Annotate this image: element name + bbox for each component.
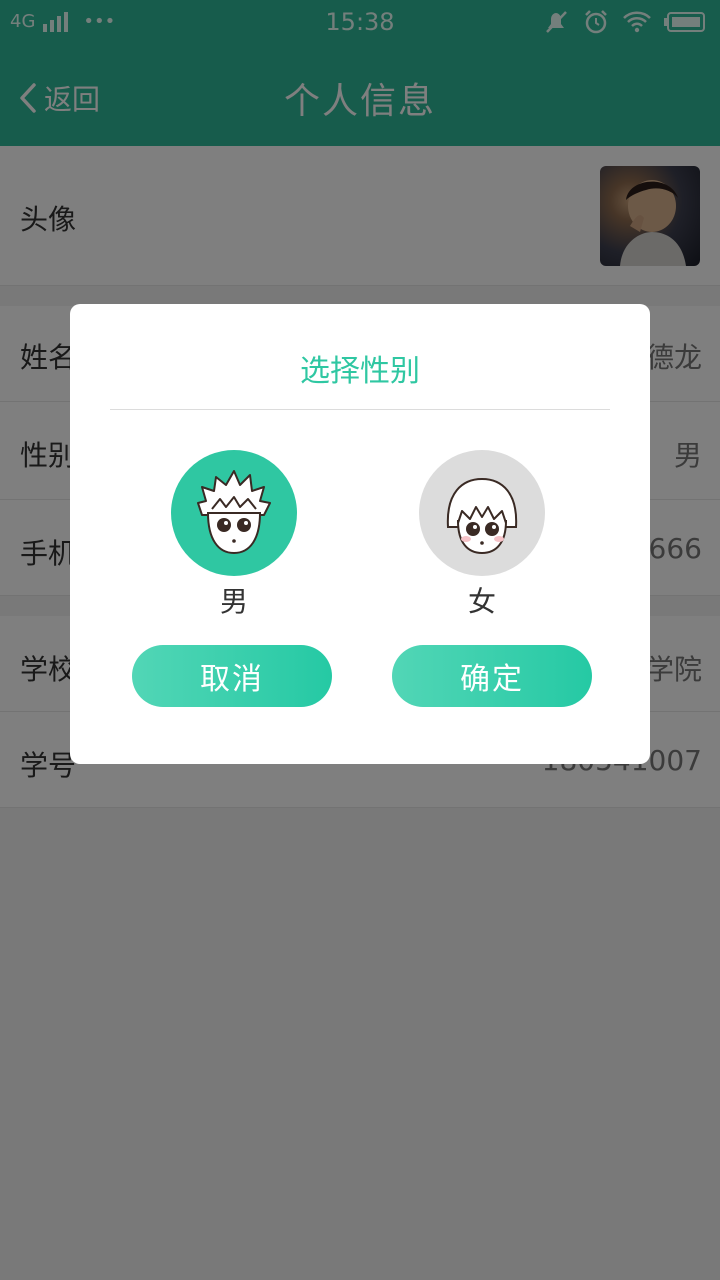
male-avatar <box>171 450 297 576</box>
dialog-divider <box>110 409 610 410</box>
male-label: 男 <box>219 585 248 618</box>
cancel-button[interactable]: 取消 <box>132 645 332 707</box>
gender-option-female[interactable]: 女 <box>419 450 545 620</box>
girl-face-icon <box>446 477 518 555</box>
female-avatar <box>419 450 545 576</box>
boy-face-icon <box>197 470 271 555</box>
female-label: 女 <box>467 585 496 618</box>
confirm-button[interactable]: 确定 <box>392 645 592 707</box>
dialog-title: 选择性别 <box>300 354 420 389</box>
gender-dialog: 选择性别 男 女 取消 确定 <box>70 304 650 764</box>
gender-option-male[interactable]: 男 <box>171 450 297 620</box>
